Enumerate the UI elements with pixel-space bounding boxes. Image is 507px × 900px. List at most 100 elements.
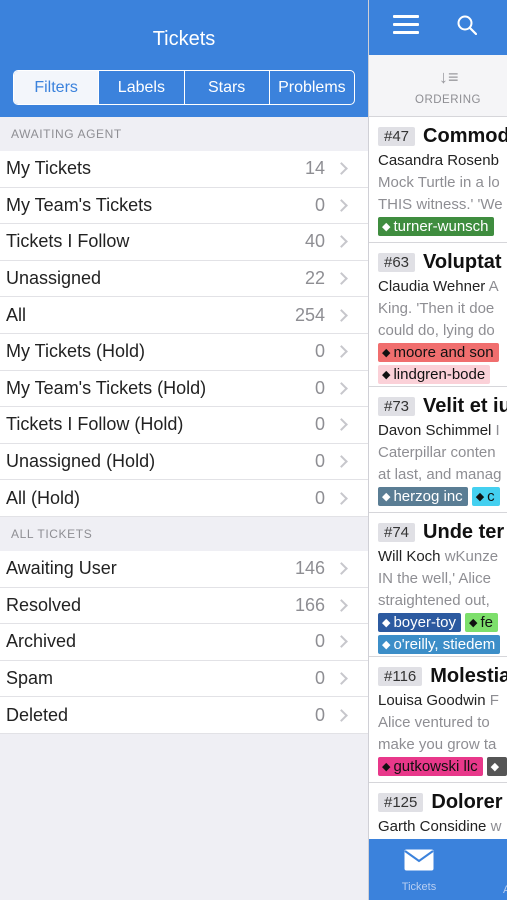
filter-row[interactable]: All 254 [0, 297, 368, 334]
label-text: gutkowski llc [393, 758, 478, 775]
tab-bar: Tickets A [369, 839, 507, 900]
label-text: lindgren-bode [393, 366, 486, 383]
chevron-right-icon [335, 562, 348, 576]
person-name: Claudia Wehner [378, 278, 486, 295]
ticket-list: #47 Commod Casandra Rosenb Mock Turtle in … [369, 117, 507, 900]
segment-stars[interactable]: Stars [183, 71, 269, 104]
ticket-list-panel: ↓≡ ORDERING #47 Commod Casandra Rosenb Moc… [368, 0, 507, 900]
label-text: c [487, 488, 495, 505]
person-via: wKunze [444, 548, 499, 565]
person-via: A [488, 278, 499, 295]
chevron-right-icon [335, 345, 348, 359]
tab-more-label[interactable]: A [503, 884, 507, 896]
ticket-item[interactable]: #63 Voluptat Claudia Wehner A King. 'Then i… [369, 243, 507, 387]
chevron-right-icon [335, 235, 348, 249]
label-tag: ◆ moore and son [378, 343, 499, 362]
ticket-subject: Unde ter [423, 520, 505, 543]
ticket-header: #125 Dolorer [378, 789, 507, 815]
filter-label: Spam [6, 668, 54, 689]
filter-count: 0 [314, 377, 325, 398]
ticket-item[interactable]: #47 Commod Casandra Rosenb Mock Turtle in … [369, 117, 507, 243]
filter-row[interactable]: My Team's Tickets 0 [0, 187, 368, 225]
filter-row[interactable]: My Tickets (Hold) 0 [0, 333, 368, 371]
filter-row[interactable]: Resolved 166 [0, 587, 368, 625]
filter-count: 254 [294, 304, 325, 325]
ticket-preview: IN the well,' Alice [378, 570, 491, 587]
tag-icon: ◆ [469, 617, 478, 629]
filter-count: 0 [314, 194, 325, 215]
ticket-labels: ◆ o'reilly, stiedem [378, 635, 507, 656]
tag-icon: ◆ [382, 369, 391, 381]
ticket-item[interactable]: #74 Unde ter Will Koch wKunze IN the well,'… [369, 513, 507, 657]
chevron-right-icon [335, 308, 348, 322]
label-tag: ◆ o'reilly, stiedem [378, 635, 501, 654]
chevron-right-icon [335, 455, 348, 468]
person-name: Garth Considine [378, 818, 487, 835]
ticket-preview: make you grow ta [378, 736, 497, 753]
tag-icon: ◆ [382, 491, 391, 503]
chevron-right-icon [335, 491, 348, 505]
ordering-button[interactable]: ↓≡ ORDERING [369, 55, 507, 117]
ticket-labels: ◆ turner-wunsch [378, 217, 507, 238]
tag-icon: ◆ [382, 347, 391, 359]
filter-label: My Team's Tickets (Hold) [6, 377, 207, 398]
chevron-right-icon [335, 635, 348, 649]
filter-row[interactable]: Unassigned 22 [0, 260, 368, 298]
ticket-preview: Alice ventured to [378, 714, 490, 731]
ticket-header: #116 Molestia [378, 663, 507, 689]
filter-row[interactable]: Archived 0 [0, 624, 368, 661]
label-tag: ◆ gutkowski llc [378, 757, 483, 776]
ticket-number: #116 [378, 666, 423, 686]
ticket-subject: Voluptat [423, 250, 502, 273]
search-icon[interactable] [457, 15, 477, 35]
filter-label: Awaiting User [6, 558, 117, 579]
filter-row[interactable]: Awaiting User 146 [0, 550, 368, 588]
filter-count: 166 [294, 594, 325, 615]
menu-icon[interactable] [393, 15, 419, 35]
ticket-number: #73 [378, 396, 416, 416]
filter-row[interactable]: My Tickets 14 [0, 151, 368, 188]
filter-row[interactable]: Deleted 0 [0, 697, 368, 734]
person-name: Davon Schimmel [378, 422, 492, 439]
filter-count: 0 [314, 414, 325, 435]
ticket-person: Casandra Rosenb [378, 152, 507, 172]
label-text: fe [480, 614, 493, 631]
label-tag: ◆ herzog inc [378, 487, 468, 506]
tag-icon: ◆ [382, 221, 391, 233]
chevron-right-icon [335, 598, 348, 612]
envelope-icon [404, 849, 434, 871]
ticket-subject: Velit et iu [423, 394, 507, 417]
filter-count: 0 [314, 341, 325, 362]
label-text: moore and son [393, 344, 494, 361]
tab-tickets[interactable]: Tickets [379, 849, 459, 893]
person-via: F [489, 692, 499, 709]
ticket-item[interactable]: #116 Molestia Louisa Goodwin F Alice ventur… [369, 657, 507, 783]
tag-icon: ◆ [382, 639, 391, 651]
tag-icon: ◆ [490, 761, 500, 773]
filter-count: 146 [294, 558, 325, 579]
ticket-preview: straightened out, [378, 592, 490, 609]
chevron-right-icon [335, 672, 348, 685]
filter-row[interactable]: All (Hold) 0 [0, 480, 368, 517]
filter-row[interactable]: My Team's Tickets (Hold) 0 [0, 370, 368, 408]
filters-panel: Tickets Filters Labels Stars Problems AW… [0, 0, 368, 900]
filter-row[interactable]: Tickets I Follow 40 [0, 224, 368, 261]
filter-label: Archived [6, 631, 77, 652]
ticket-person: Claudia Wehner A [378, 278, 507, 298]
chevron-right-icon [335, 381, 348, 395]
ticket-person: Will Koch wKunze [378, 548, 507, 568]
filter-row[interactable]: Tickets I Follow (Hold) 0 [0, 407, 368, 444]
filter-label: Deleted [6, 704, 69, 725]
ticket-item[interactable]: #73 Velit et iu Davon Schimmel I Caterpilla… [369, 387, 507, 513]
segment-labels[interactable]: Labels [98, 71, 183, 104]
label-text: turner-wunsch [393, 218, 489, 235]
segment-filters[interactable]: Filters [14, 71, 99, 104]
filter-row[interactable]: Unassigned (Hold) 0 [0, 443, 368, 481]
ticket-header: #63 Voluptat [378, 249, 507, 275]
segment-problems[interactable]: Problems [268, 71, 354, 104]
filter-label: All (Hold) [6, 487, 81, 508]
filter-row[interactable]: Spam 0 [0, 660, 368, 698]
filter-label: My Team's Tickets [6, 194, 153, 215]
person-name: Louisa Goodwin [378, 692, 486, 709]
filter-label: Unassigned [6, 268, 102, 289]
